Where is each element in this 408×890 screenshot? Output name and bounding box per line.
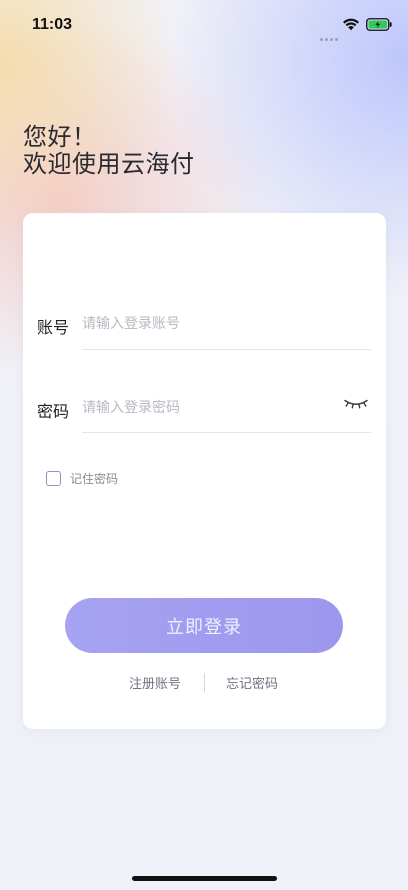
wifi-icon [343, 18, 359, 31]
login-card: 账号 密码 记住密码 立即登录 注册账号 忘记密码 [23, 213, 386, 729]
password-underline [82, 432, 371, 433]
remember-password-checkbox[interactable] [46, 470, 61, 486]
remember-password-toggle[interactable]: 记住密码 [46, 468, 118, 488]
greeting-hello: 您好！ [23, 123, 97, 151]
links-divider [204, 673, 205, 692]
password-input[interactable] [82, 398, 332, 418]
login-button[interactable]: 立即登录 [65, 598, 343, 653]
battery-icon [366, 18, 392, 31]
forgot-password-link[interactable]: 忘记密码 [226, 673, 278, 692]
remember-password-label: 记住密码 [70, 471, 119, 486]
account-input[interactable] [82, 314, 367, 334]
welcome-greeting: 您好！ 欢迎使用云海付 [23, 124, 195, 178]
status-time: 11:03 [32, 16, 73, 33]
status-bar: 11:03 [0, 0, 408, 50]
account-underline [82, 349, 371, 350]
account-label: 账号 [37, 318, 70, 337]
cellular-signal-icon [320, 26, 340, 41]
eye-closed-icon[interactable] [343, 397, 369, 411]
register-link[interactable]: 注册账号 [129, 673, 181, 692]
home-indicator[interactable] [132, 876, 277, 881]
auth-links: 注册账号 忘记密码 [23, 673, 386, 693]
password-label: 密码 [37, 402, 70, 421]
greeting-welcome: 欢迎使用云海付 [23, 150, 195, 178]
